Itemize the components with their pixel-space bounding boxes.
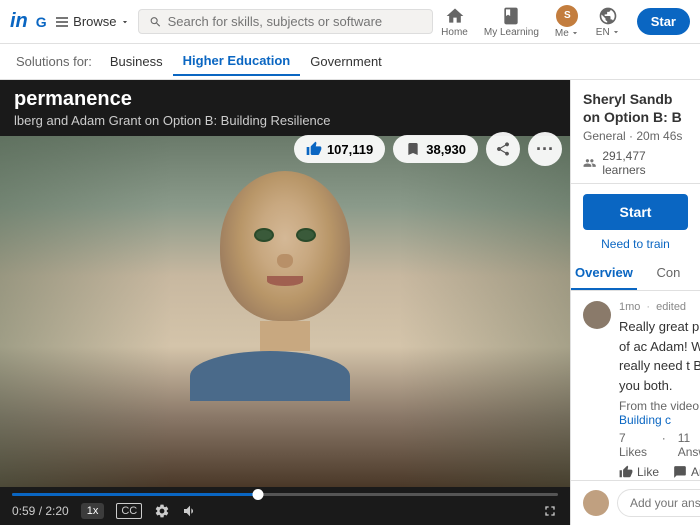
main-content: permanence lberg and Adam Grant on Optio… bbox=[0, 80, 700, 525]
save-button[interactable]: 38,930 bbox=[393, 135, 478, 163]
solutions-link-government[interactable]: Government bbox=[300, 48, 392, 75]
video-title-bar: permanence lberg and Adam Grant on Optio… bbox=[0, 80, 570, 136]
comment-answers: 11 Answers bbox=[678, 431, 700, 459]
search-input[interactable] bbox=[168, 14, 423, 29]
search-box[interactable] bbox=[138, 9, 434, 34]
me-nav-item[interactable]: S Me bbox=[555, 5, 580, 39]
progress-thumb[interactable] bbox=[252, 489, 263, 500]
share-button[interactable] bbox=[486, 132, 520, 166]
start-course-button[interactable]: Start bbox=[583, 194, 688, 230]
add-comment-bar bbox=[571, 480, 700, 525]
globe-icon bbox=[598, 6, 618, 26]
comment-stats: 7 Likes · 11 Answers bbox=[619, 431, 700, 459]
solutions-link-business[interactable]: Business bbox=[100, 48, 173, 75]
right-tabs: Overview Con bbox=[571, 257, 700, 291]
comment-from-link[interactable]: Building c bbox=[619, 413, 671, 427]
browse-label: Browse bbox=[73, 14, 116, 29]
solutions-bar: Solutions for: Business Higher Education… bbox=[0, 44, 700, 80]
browse-button[interactable]: Browse bbox=[54, 14, 129, 30]
comment-likes: 7 Likes bbox=[619, 431, 650, 459]
course-header: Sheryl Sandb on Option B: B General · 20… bbox=[571, 80, 700, 184]
comment-avatar bbox=[583, 301, 611, 329]
video-subtitle: lberg and Adam Grant on Option B: Buildi… bbox=[14, 113, 556, 128]
volume-icon[interactable] bbox=[182, 503, 198, 519]
learners-row: 291,477 learners bbox=[583, 149, 688, 177]
learners-count: 291,477 learners bbox=[602, 149, 688, 177]
share-icon bbox=[495, 141, 511, 157]
home-nav-item[interactable]: Home bbox=[441, 6, 468, 38]
comment-text: Really great piece of ac Adam! We really… bbox=[619, 317, 700, 395]
right-panel: Sheryl Sandb on Option B: B General · 20… bbox=[570, 80, 700, 525]
comment-time: 1mo bbox=[619, 301, 640, 313]
save-count: 38,930 bbox=[426, 142, 466, 157]
me-label: Me bbox=[555, 28, 580, 39]
my-learning-label: My Learning bbox=[484, 27, 539, 38]
top-nav: in G Browse Home My Learning S Me EN Sta… bbox=[0, 0, 700, 44]
control-row: 0:59 / 2:20 1x CC bbox=[12, 503, 558, 519]
solutions-label: Solutions for: bbox=[16, 54, 92, 69]
like-button[interactable]: 107,119 bbox=[294, 135, 385, 163]
progress-bar[interactable] bbox=[12, 493, 558, 496]
train-link[interactable]: Need to train bbox=[571, 232, 700, 257]
time-display: 0:59 / 2:20 bbox=[12, 504, 69, 518]
tab-content[interactable]: Con bbox=[637, 257, 700, 290]
comment-answer-button[interactable]: Answe bbox=[673, 465, 700, 479]
course-meta: General · 20m 46s bbox=[583, 129, 688, 143]
comment-separator: · bbox=[646, 301, 650, 313]
book-icon bbox=[501, 6, 521, 26]
logo-text: G bbox=[36, 14, 46, 30]
reply-icon bbox=[673, 465, 687, 479]
my-learning-nav-item[interactable]: My Learning bbox=[484, 6, 539, 38]
language-label: EN bbox=[596, 27, 621, 38]
video-action-bar: 107,119 38,930 ··· bbox=[294, 132, 562, 166]
comment-like-button[interactable]: Like bbox=[619, 465, 659, 479]
add-comment-input[interactable] bbox=[617, 489, 700, 517]
speed-button[interactable]: 1x bbox=[81, 503, 105, 519]
course-title: Sheryl Sandb on Option B: B bbox=[583, 90, 688, 126]
search-icon bbox=[149, 15, 162, 29]
comments-section: 1mo · edited Really great piece of ac Ad… bbox=[571, 291, 700, 480]
video-frame[interactable] bbox=[0, 136, 570, 487]
video-panel: permanence lberg and Adam Grant on Optio… bbox=[0, 80, 570, 525]
more-options-button[interactable]: ··· bbox=[528, 132, 562, 166]
video-title: permanence bbox=[14, 88, 556, 111]
language-nav-item[interactable]: EN bbox=[596, 6, 621, 38]
settings-icon[interactable] bbox=[154, 503, 170, 519]
comment-separator2: · bbox=[662, 431, 666, 459]
solutions-link-higher-education[interactable]: Higher Education bbox=[173, 47, 301, 76]
start-button[interactable]: Star bbox=[637, 8, 690, 35]
logo: in bbox=[10, 10, 28, 33]
like-icon bbox=[619, 465, 633, 479]
bookmark-icon bbox=[405, 141, 421, 157]
progress-fill bbox=[12, 493, 258, 496]
fullscreen-icon[interactable] bbox=[542, 503, 558, 519]
avatar: S bbox=[556, 5, 578, 27]
like-count: 107,119 bbox=[327, 142, 373, 157]
comment-time-row: 1mo · edited bbox=[619, 301, 700, 313]
thumbs-up-icon bbox=[306, 141, 322, 157]
nav-icons: Home My Learning S Me EN bbox=[441, 5, 621, 39]
home-label: Home bbox=[441, 27, 468, 38]
comment-edited: edited bbox=[656, 301, 686, 313]
caption-button[interactable]: CC bbox=[116, 503, 142, 519]
commenter-avatar bbox=[583, 490, 609, 516]
users-icon bbox=[583, 156, 596, 170]
video-content bbox=[0, 136, 570, 487]
comment-from: From the video: Building c bbox=[619, 399, 700, 427]
home-icon bbox=[445, 6, 465, 26]
video-controls: 0:59 / 2:20 1x CC bbox=[0, 487, 570, 525]
comment-actions: Like Answe bbox=[619, 465, 700, 479]
tab-overview[interactable]: Overview bbox=[571, 257, 637, 290]
comment-item: 1mo · edited Really great piece of ac Ad… bbox=[583, 301, 688, 479]
